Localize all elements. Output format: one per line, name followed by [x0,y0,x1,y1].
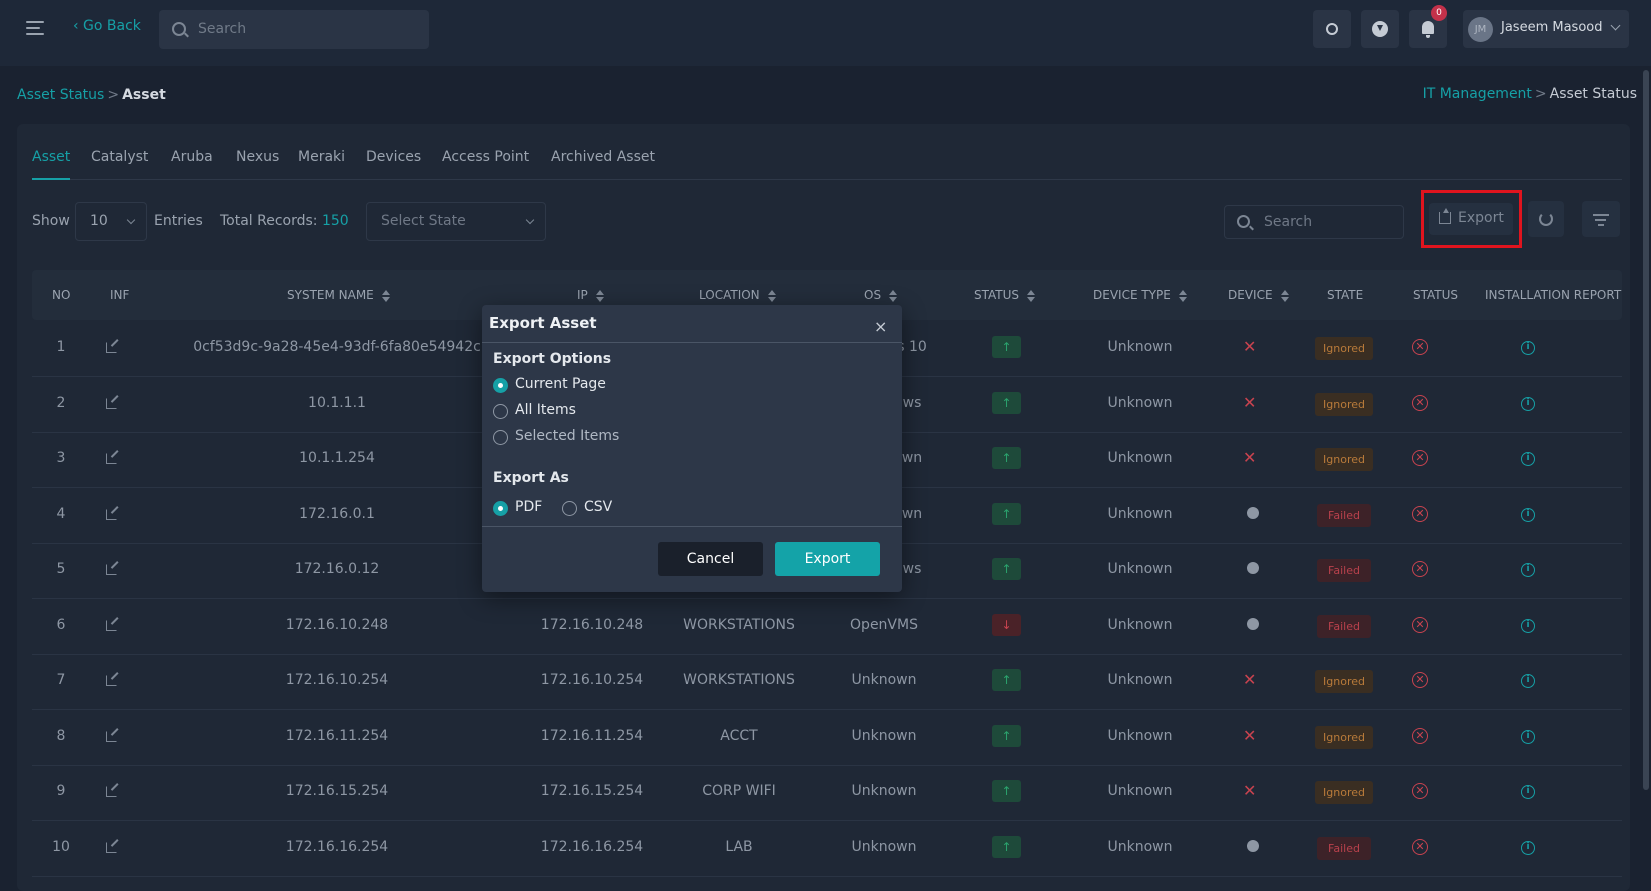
radio-all-items[interactable] [493,404,508,419]
modal-header: Export Asset × [482,305,902,343]
option-all-items[interactable]: All Items [515,402,576,418]
radio-selected-items[interactable] [493,430,508,445]
format-csv[interactable]: CSV [584,499,612,515]
cancel-button[interactable]: Cancel [658,542,763,576]
export-as-label: Export As [493,470,569,486]
export-modal: Export Asset × Export Options Current Pa… [482,305,902,592]
modal-footer-divider [482,526,902,527]
option-current-page[interactable]: Current Page [515,376,606,392]
modal-export-button[interactable]: Export [775,542,880,576]
radio-pdf[interactable] [493,501,508,516]
modal-title: Export Asset [489,314,597,332]
radio-current-page[interactable] [493,378,508,393]
radio-csv[interactable] [562,501,577,516]
option-selected-items[interactable]: Selected Items [515,428,619,444]
close-icon[interactable]: × [874,317,887,336]
format-pdf[interactable]: PDF [515,499,542,515]
export-options-label: Export Options [493,351,612,367]
